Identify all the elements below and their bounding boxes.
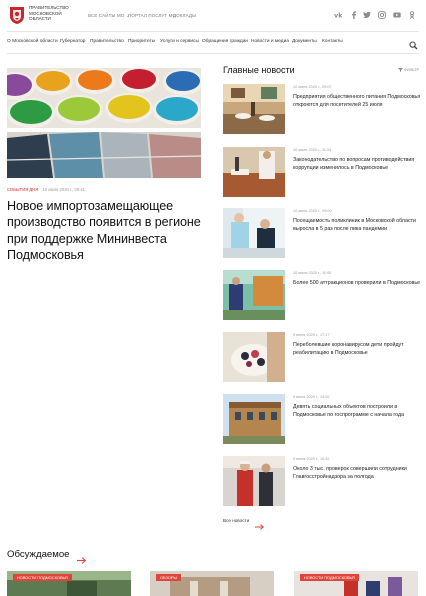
discussed-badge[interactable]: ОБЗОРЫ xyxy=(156,574,181,581)
news-date: 10 июля 2020 г., 11:00 xyxy=(293,271,332,275)
news-thumbnail[interactable] xyxy=(223,84,285,134)
news-title[interactable]: Предприятия общественного питания Подмос… xyxy=(293,94,421,109)
nav-item-documents[interactable]: Документы xyxy=(292,39,317,44)
news-thumbnail[interactable] xyxy=(223,270,285,320)
news-date: 9 июля 2020 г., 17:17 xyxy=(293,333,330,337)
reports-link[interactable]: ДОКЛАДЫ xyxy=(173,13,196,18)
news-item[interactable]: 10 июля 2020 г., 09:07 Предприятия общес… xyxy=(223,84,421,136)
nav-item-about-region[interactable]: О Московской области xyxy=(7,39,58,44)
news-date: 9 июля 2020 г., 16:32 xyxy=(293,457,330,461)
news-item[interactable]: 9 июля 2020 г., 14:02 Девять социальных … xyxy=(223,394,419,446)
news-date: 10 июля 2020 г., 11:04 xyxy=(293,148,332,152)
news-title[interactable]: Более 500 аттракционов проверили в Подмо… xyxy=(293,280,421,288)
site-name[interactable]: ПРАВИТЕЛЬСТВО МОСКОВСКОЙ ОБЛАСТИ xyxy=(29,5,79,22)
nav-item-contacts[interactable]: Контакты xyxy=(322,39,343,44)
nav-item-governor[interactable]: Губернатор xyxy=(60,39,85,44)
search-icon[interactable] xyxy=(409,37,418,50)
nav-item-government[interactable]: Правительство xyxy=(90,39,124,44)
discussed-badge[interactable]: НОВОСТИ ПОДМОСКОВЬЯ xyxy=(300,574,359,581)
news-thumbnail[interactable] xyxy=(223,394,285,444)
nav-divider xyxy=(7,53,419,54)
news-date: 10 июля 2020 г., 09:07 xyxy=(293,85,332,89)
news-date: 10 июля 2020 г., 09:00 xyxy=(293,209,332,213)
coat-of-arms-logo[interactable] xyxy=(7,5,27,25)
news-item[interactable]: 9 июля 2020 г., 17:17 Переболевшие корон… xyxy=(223,332,419,384)
nav-item-services[interactable]: Услуги и сервисы xyxy=(160,39,199,44)
featured-meta: СОБЫТИЯ ДНЯ 10 июля 2020 г., 09:41 xyxy=(7,187,85,192)
news-thumbnail[interactable] xyxy=(223,208,285,258)
featured-title[interactable]: Новое импортозамещающее производство поя… xyxy=(7,198,212,263)
news-date: 9 июля 2020 г., 14:02 xyxy=(293,395,330,399)
featured-category[interactable]: СОБЫТИЯ ДНЯ xyxy=(7,187,38,192)
nav-item-news-media[interactable]: Новости и медиа xyxy=(251,39,289,44)
svg-text:vk: vk xyxy=(334,12,342,20)
news-item[interactable]: 10 июля 2020 г., 11:04 Законодательство … xyxy=(223,147,419,199)
discussed-card[interactable]: ОБЗОРЫ xyxy=(150,571,274,596)
odnoklassniki-icon[interactable] xyxy=(408,11,416,19)
nav-item-priorities[interactable]: Приоритеты xyxy=(128,39,155,44)
news-thumbnail[interactable] xyxy=(223,456,285,506)
filter-button[interactable]: ФИЛЬТР xyxy=(398,68,419,72)
arrow-right-icon[interactable] xyxy=(255,517,265,530)
discussed-heading[interactable]: Обсуждаемое xyxy=(7,549,70,560)
youtube-icon[interactable] xyxy=(393,11,401,19)
news-item[interactable]: 10 июля 2020 г., 09:00 Посещаемость поли… xyxy=(223,208,419,260)
arrow-right-icon[interactable] xyxy=(77,551,87,564)
all-news-link[interactable]: Все новости xyxy=(223,518,249,523)
main-news-heading: Главные новости xyxy=(223,65,295,75)
main-navigation: О Московской области Губернатор Правител… xyxy=(0,32,426,52)
featured-date: 10 июля 2020 г., 09:41 xyxy=(42,187,86,192)
news-title[interactable]: Законодательство по вопросам противодейс… xyxy=(293,157,421,172)
facebook-icon[interactable] xyxy=(350,11,358,19)
news-title[interactable]: Переболевшие коронавирусом дети пройдут … xyxy=(293,342,421,357)
news-title[interactable]: Посещаемость поликлиник в Московской обл… xyxy=(293,218,421,233)
vk-icon[interactable]: vk xyxy=(334,11,342,20)
news-title[interactable]: Около 3 тыс. проверок совершили сотрудни… xyxy=(293,466,421,481)
discussed-card[interactable]: НОВОСТИ ПОДМОСКОВЬЯ xyxy=(7,571,131,596)
services-portal-link[interactable]: ПОРТАЛ ПОСЛУГ МО xyxy=(128,13,176,18)
featured-image[interactable] xyxy=(7,68,201,178)
news-thumbnail[interactable] xyxy=(223,147,285,197)
news-title[interactable]: Девять социальных объектов построили в П… xyxy=(293,404,421,419)
all-sites-link[interactable]: ВСЕ САЙТЫ МО ⌄ xyxy=(88,13,130,19)
funnel-icon xyxy=(398,68,403,72)
news-thumbnail[interactable] xyxy=(223,332,285,382)
news-item[interactable]: 9 июля 2020 г., 16:32 Около 3 тыс. прове… xyxy=(223,456,419,508)
instagram-icon[interactable] xyxy=(378,11,386,19)
twitter-icon[interactable] xyxy=(363,11,371,19)
site-header: ПРАВИТЕЛЬСТВО МОСКОВСКОЙ ОБЛАСТИ ВСЕ САЙ… xyxy=(0,0,426,30)
news-item[interactable]: 10 июля 2020 г., 11:00 Более 500 аттракц… xyxy=(223,270,421,322)
discussed-badge[interactable]: НОВОСТИ ПОДМОСКОВЬЯ xyxy=(13,574,72,581)
nav-item-citizen-appeals[interactable]: Обращения граждан xyxy=(202,39,248,44)
discussed-card[interactable]: НОВОСТИ ПОДМОСКОВЬЯ xyxy=(294,571,418,596)
